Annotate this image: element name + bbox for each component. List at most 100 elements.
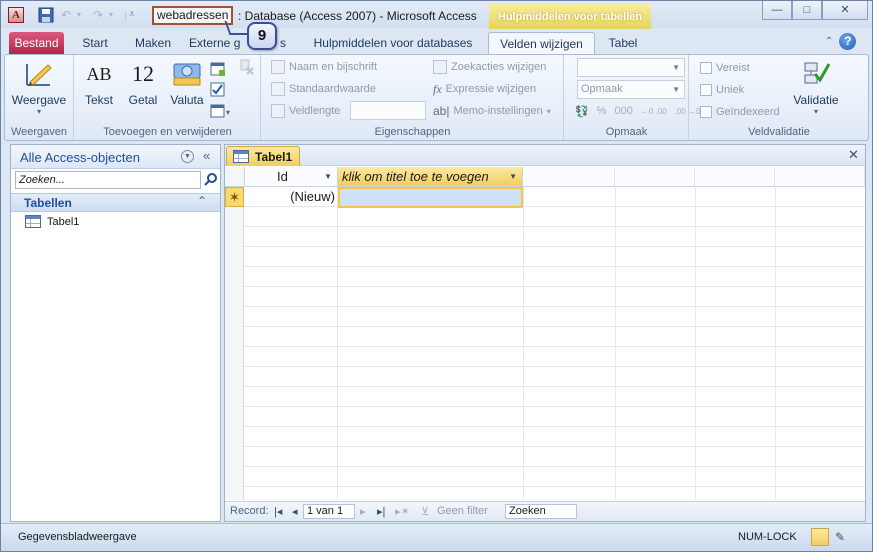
delete-field-icon[interactable] [238, 59, 254, 75]
design-view-icon[interactable]: ✎ [831, 528, 849, 546]
document-tab-tabel1[interactable]: Tabel1 [226, 146, 300, 166]
save-icon[interactable] [38, 7, 54, 23]
nav-group-label: Tabellen [24, 196, 72, 210]
chevron-down-icon[interactable]: ▼ [509, 167, 517, 186]
search-icon[interactable] [204, 172, 218, 186]
chevron-down-icon: ▼ [672, 63, 680, 72]
minimize-ribbon-icon[interactable]: ⌃ [825, 33, 833, 50]
window-title: : Database (Access 2007) - Microsoft Acc… [238, 9, 477, 23]
minimize-button[interactable]: — [762, 1, 792, 20]
expressie-button[interactable]: fx Expressie wijzigen [433, 80, 536, 98]
nav-search-input[interactable]: Zoeken... [15, 171, 201, 189]
close-button[interactable]: ✕ [822, 1, 868, 20]
validatie-label: Validatie [793, 93, 839, 107]
tab-start[interactable]: Start [73, 32, 117, 55]
datasheet-view-icon[interactable] [811, 528, 829, 546]
column-header-id[interactable]: Id ▼ [245, 167, 338, 187]
new-record-icon[interactable]: ▸✶ [395, 505, 410, 518]
validation-icon [800, 59, 832, 89]
validatie-button[interactable]: Validatie ▾ [790, 59, 842, 116]
veldlengte-input[interactable] [350, 101, 426, 120]
vereist-check-box[interactable] [700, 62, 712, 74]
yes-no-field-icon[interactable] [210, 82, 226, 98]
vereist-checkbox[interactable]: Vereist [700, 59, 750, 77]
geindexeerd-checkbox[interactable]: Geïndexeerd [700, 103, 780, 121]
filter-icon[interactable]: ⊻ [421, 505, 429, 518]
undo-icon[interactable]: ↶ [61, 7, 71, 23]
chevron-down-icon: ▾ [546, 106, 551, 116]
comma-format-icon[interactable]: 000 [614, 105, 632, 117]
group-weergaven: Weergave ▾ Weergaven [5, 55, 74, 140]
tab-bestand[interactable]: Bestand [9, 32, 64, 55]
row-selector-column [225, 167, 244, 500]
currency-format-icon[interactable]: 💱 [575, 105, 589, 118]
nav-group-tabellen[interactable]: Tabellen ⌃ [11, 193, 220, 212]
select-all-corner[interactable] [225, 167, 245, 187]
redo-icon[interactable]: ↷ [93, 7, 103, 23]
field-size-icon [271, 104, 285, 118]
database-name: webadressen [152, 6, 234, 25]
ribbon: Weergave ▾ Weergaven AB Tekst 12 Getal V… [4, 54, 869, 141]
tab-hulpmiddelen-databases[interactable]: Hulpmiddelen voor databases [307, 32, 479, 55]
tab-maken[interactable]: Maken [127, 32, 179, 55]
memo-instellingen-button[interactable]: ab| Memo-instellingen ▾ [433, 102, 551, 120]
last-record-icon[interactable]: ▸| [377, 505, 385, 518]
opmaak-dropdown[interactable]: Opmaak ▼ [577, 80, 685, 99]
naam-bijschrift-button[interactable]: Naam en bijschrift [271, 58, 377, 76]
getal-label: Getal [128, 93, 158, 107]
chevron-down-icon[interactable]: ▼ [324, 167, 332, 186]
uniek-check-box[interactable] [700, 84, 712, 96]
maximize-button[interactable]: □ [792, 1, 822, 20]
date-field-icon[interactable] [210, 61, 226, 77]
data-type-dropdown[interactable]: ▼ [577, 58, 685, 77]
help-icon[interactable]: ? [839, 33, 857, 50]
close-document-icon[interactable]: ✕ [848, 147, 859, 163]
record-search-input[interactable]: Zoeken [505, 504, 577, 519]
weergave-button[interactable]: Weergave ▾ [11, 59, 67, 116]
getal-button[interactable]: 12 Getal [123, 59, 163, 107]
tekst-label: Tekst [84, 93, 113, 107]
previous-record-icon[interactable]: ◂ [292, 505, 298, 518]
veldlengte-row: Veldlengte [271, 102, 340, 120]
chevron-down-icon: ▼ [672, 85, 680, 94]
record-position-input[interactable]: 1 van 1 [303, 504, 355, 519]
zoekacties-button[interactable]: Zoekacties wijzigen [433, 58, 546, 76]
group-label-eigenschappen: Eigenschappen [374, 126, 451, 138]
ribbon-tabs: Bestand Start Maken Externe g s Hulpmidd… [1, 29, 872, 55]
geindexeerd-label: Geïndexeerd [716, 106, 780, 118]
collapse-pane-icon[interactable]: « [203, 148, 210, 163]
navigation-pane: Alle Access-objecten ▼ « Zoeken... Tabel… [10, 144, 221, 522]
empty-column-header [615, 167, 695, 187]
nav-item-tabel1[interactable]: Tabel1 [25, 215, 79, 228]
uniek-checkbox[interactable]: Uniek [700, 81, 744, 99]
redo-dropdown-icon[interactable]: ▾ [109, 7, 113, 23]
tab-externe-gegevens-tail[interactable]: s [280, 32, 292, 55]
tab-tabel[interactable]: Tabel [602, 32, 644, 55]
undo-dropdown-icon[interactable]: ▾ [77, 7, 81, 23]
tekst-button[interactable]: AB Tekst [81, 59, 117, 108]
group-label-toevoegen: Toevoegen en verwijderen [103, 126, 232, 138]
empty-column-header [523, 167, 615, 187]
new-record-id-cell[interactable]: (Nieuw) [245, 187, 337, 207]
active-cell[interactable] [338, 187, 523, 208]
increase-decimals-icon[interactable]: ←0 .00 [641, 107, 667, 116]
standaardwaarde-button[interactable]: Standaardwaarde [271, 80, 376, 98]
access-app-icon[interactable]: A [8, 7, 24, 23]
tab-velden-wijzigen[interactable]: Velden wijzigen [488, 32, 595, 55]
new-record-selector[interactable]: ✶ [225, 187, 244, 207]
filter-status[interactable]: Geen filter [437, 505, 488, 517]
next-record-icon[interactable]: ▸ [360, 505, 366, 518]
more-fields-icon[interactable]: ▾ [210, 103, 232, 119]
percent-format-icon[interactable]: % [597, 105, 607, 117]
chevron-down-icon[interactable]: ▼ [181, 150, 194, 163]
nav-pane-header[interactable]: Alle Access-objecten ▼ « [11, 145, 220, 169]
valuta-button[interactable]: Valuta [167, 59, 207, 107]
tab-externe-gegevens[interactable]: Externe g [189, 32, 249, 55]
customize-qat-icon[interactable]: ⩡ [129, 7, 135, 23]
first-record-icon[interactable]: |◂ [274, 505, 282, 518]
chevron-up-double-icon[interactable]: ⌃ [197, 194, 207, 208]
geindexeerd-check-box[interactable] [700, 106, 712, 118]
number-format-buttons: 💱 % 000 ←0 .00 .00 →0 [575, 102, 700, 120]
column-header-add-field[interactable]: klik om titel toe te voegen ▼ [338, 167, 523, 187]
text-field-icon: AB [86, 63, 112, 84]
